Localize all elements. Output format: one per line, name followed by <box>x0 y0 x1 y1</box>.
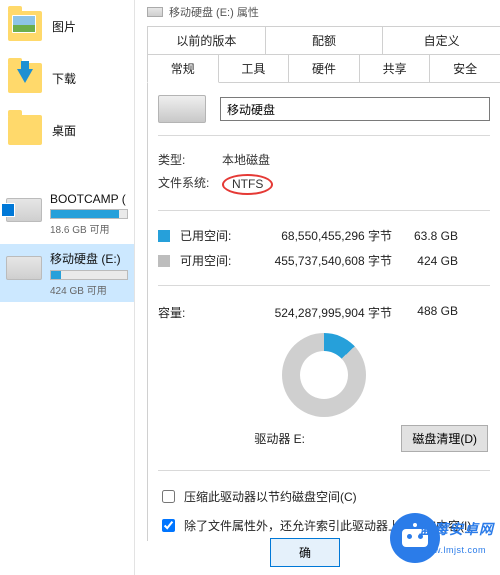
usage-bar <box>50 270 128 280</box>
compress-checkbox[interactable] <box>162 490 175 503</box>
capacity-human: 488 GB <box>402 304 458 321</box>
folder-icon <box>8 115 42 145</box>
tab-hardware[interactable]: 硬件 <box>288 54 360 83</box>
disk-cleanup-button[interactable]: 磁盘清理(D) <box>401 425 488 452</box>
sidebar-item-label: 桌面 <box>52 122 76 139</box>
drive-item-removable[interactable]: 移动硬盘 (E:) 424 GB 可用 <box>0 244 134 302</box>
folder-icon <box>8 11 42 41</box>
free-human: 424 GB <box>402 254 458 268</box>
used-label: 已用空间: <box>180 227 252 244</box>
capacity-bytes: 524,287,995,904 字节 <box>252 304 402 321</box>
used-swatch <box>158 230 170 242</box>
tab-quota[interactable]: 配额 <box>265 26 384 54</box>
sidebar-item-label: 下载 <box>52 70 76 87</box>
drive-icon <box>6 198 42 222</box>
sidebar-item-desktop[interactable]: 桌面 <box>0 104 134 156</box>
sidebar-item-downloads[interactable]: 下载 <box>0 52 134 104</box>
sidebar-item-label: 图片 <box>52 18 76 35</box>
tab-body-general: 类型: 本地磁盘 文件系统: NTFS 已用空间: 68,550,455,296… <box>147 83 500 541</box>
tab-customize[interactable]: 自定义 <box>382 26 500 54</box>
used-human: 63.8 GB <box>402 229 458 243</box>
tab-tools[interactable]: 工具 <box>218 54 290 83</box>
volume-name-input[interactable] <box>220 97 490 121</box>
type-value: 本地磁盘 <box>222 151 490 168</box>
sidebar-item-pictures[interactable]: 图片 <box>0 0 134 52</box>
watermark-url: www.lmjst.com <box>420 545 486 555</box>
drive-item-bootcamp[interactable]: BOOTCAMP ( 18.6 GB 可用 <box>0 186 134 244</box>
drive-icon <box>6 256 42 280</box>
capacity-label: 容量: <box>158 304 252 321</box>
folder-icon <box>8 63 42 93</box>
ok-button[interactable]: 确 <box>270 538 340 567</box>
tab-previous-versions[interactable]: 以前的版本 <box>147 26 266 54</box>
compress-checkbox-label: 压缩此驱动器以节约磁盘空间(C) <box>184 489 357 505</box>
tab-security[interactable]: 安全 <box>429 54 500 83</box>
usage-bar <box>50 209 128 219</box>
drive-name: 移动硬盘 (E:) <box>50 250 128 267</box>
drive-icon <box>147 7 163 17</box>
drive-name: BOOTCAMP ( <box>50 192 128 206</box>
free-swatch <box>158 255 170 267</box>
drive-letter-text: 驱动器 E: <box>158 430 401 447</box>
type-label: 类型: <box>158 151 222 168</box>
drive-free-text: 18.6 GB 可用 <box>50 221 128 236</box>
tab-sharing[interactable]: 共享 <box>359 54 431 83</box>
free-bytes: 455,737,540,608 字节 <box>252 252 402 269</box>
window-title: 移动硬盘 (E:) 属性 <box>169 4 259 20</box>
watermark-text: 蓝莓安卓网 <box>419 519 494 539</box>
free-label: 可用空间: <box>180 252 252 269</box>
filesystem-value: NTFS <box>222 174 273 195</box>
filesystem-label: 文件系统: <box>158 174 222 195</box>
usage-pie-chart <box>282 333 366 417</box>
explorer-sidebar: 图片 下载 桌面 BOOTCAMP ( 18.6 GB 可用 移动硬盘 (E:)… <box>0 0 134 575</box>
used-bytes: 68,550,455,296 字节 <box>252 227 402 244</box>
tab-control: 以前的版本 配额 自定义 常规 工具 硬件 共享 安全 类型: 本地磁盘 文件系… <box>147 26 500 541</box>
index-checkbox[interactable] <box>162 519 175 532</box>
tab-general[interactable]: 常规 <box>147 54 219 83</box>
drive-free-text: 424 GB 可用 <box>50 282 128 297</box>
drive-icon <box>158 95 206 123</box>
properties-dialog: 移动硬盘 (E:) 属性 以前的版本 配额 自定义 常规 工具 硬件 共享 安全… <box>134 0 500 575</box>
